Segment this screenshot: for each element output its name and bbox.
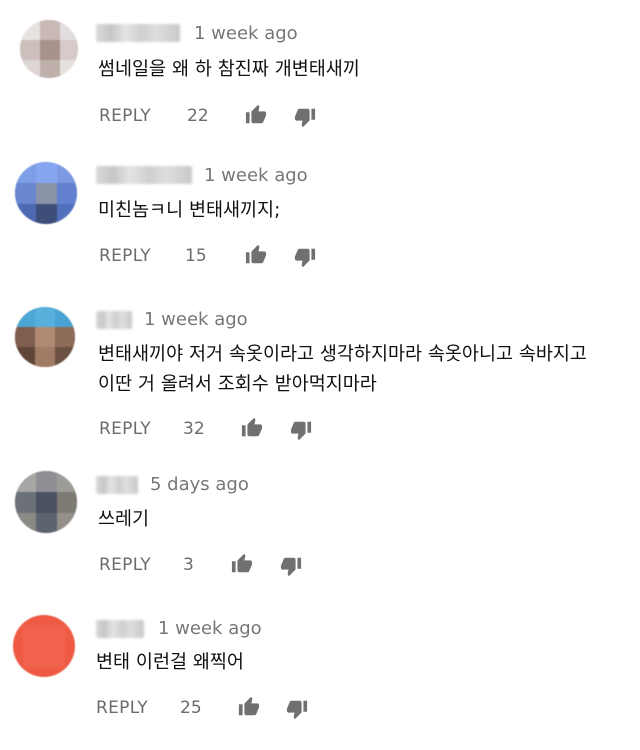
avatar[interactable] bbox=[20, 20, 78, 78]
thumb-down-icon[interactable] bbox=[293, 106, 317, 128]
thumb-up-icon[interactable] bbox=[244, 104, 268, 126]
comment-timestamp[interactable]: 1 week ago bbox=[204, 165, 308, 187]
comment-timestamp[interactable]: 1 week ago bbox=[144, 309, 248, 331]
author-name-redacted[interactable] bbox=[96, 620, 144, 638]
thumb-up-icon[interactable] bbox=[230, 553, 254, 575]
thumb-down-icon[interactable] bbox=[293, 246, 317, 268]
like-count: 32 bbox=[183, 419, 205, 439]
thumb-down-icon[interactable] bbox=[279, 555, 303, 577]
reply-button[interactable]: REPLY bbox=[99, 105, 151, 127]
comment-text: 썸네일을 왜 하 참진짜 개변태새끼 bbox=[98, 59, 360, 80]
avatar[interactable] bbox=[15, 471, 77, 533]
reply-button[interactable]: REPLY bbox=[99, 245, 151, 267]
author-name-redacted[interactable] bbox=[96, 476, 138, 494]
comment-text: 변태새끼야 저거 속옷이라고 생각하지마라 속옷아니고 속바지고 이딴 거 올려… bbox=[98, 344, 587, 395]
comment-text: 미친놈ㅋ니 변태새끼지; bbox=[98, 200, 281, 221]
reply-button[interactable]: REPLY bbox=[99, 554, 151, 576]
like-count: 15 bbox=[185, 246, 207, 266]
avatar[interactable] bbox=[13, 615, 75, 677]
author-name-redacted[interactable] bbox=[96, 166, 192, 184]
avatar[interactable] bbox=[15, 162, 77, 224]
comment-text: 변태 이런걸 왜찍어 bbox=[96, 652, 244, 673]
like-count: 3 bbox=[183, 555, 194, 575]
comment-timestamp[interactable]: 5 days ago bbox=[150, 474, 249, 496]
thumb-up-icon[interactable] bbox=[237, 696, 261, 718]
like-count: 25 bbox=[180, 698, 202, 718]
reply-button[interactable]: REPLY bbox=[99, 418, 151, 440]
comment-timestamp[interactable]: 1 week ago bbox=[158, 618, 262, 640]
comment-timestamp[interactable]: 1 week ago bbox=[194, 23, 298, 45]
thumb-down-icon[interactable] bbox=[289, 419, 313, 441]
author-name-redacted[interactable] bbox=[96, 311, 132, 329]
thumb-up-icon[interactable] bbox=[240, 417, 264, 439]
comment-text: 쓰레기 bbox=[98, 509, 150, 530]
avatar[interactable] bbox=[15, 307, 75, 367]
reply-button[interactable]: REPLY bbox=[96, 697, 148, 719]
thumb-up-icon[interactable] bbox=[244, 244, 268, 266]
like-count: 22 bbox=[187, 106, 209, 126]
author-name-redacted[interactable] bbox=[96, 24, 180, 42]
thumb-down-icon[interactable] bbox=[285, 698, 309, 720]
